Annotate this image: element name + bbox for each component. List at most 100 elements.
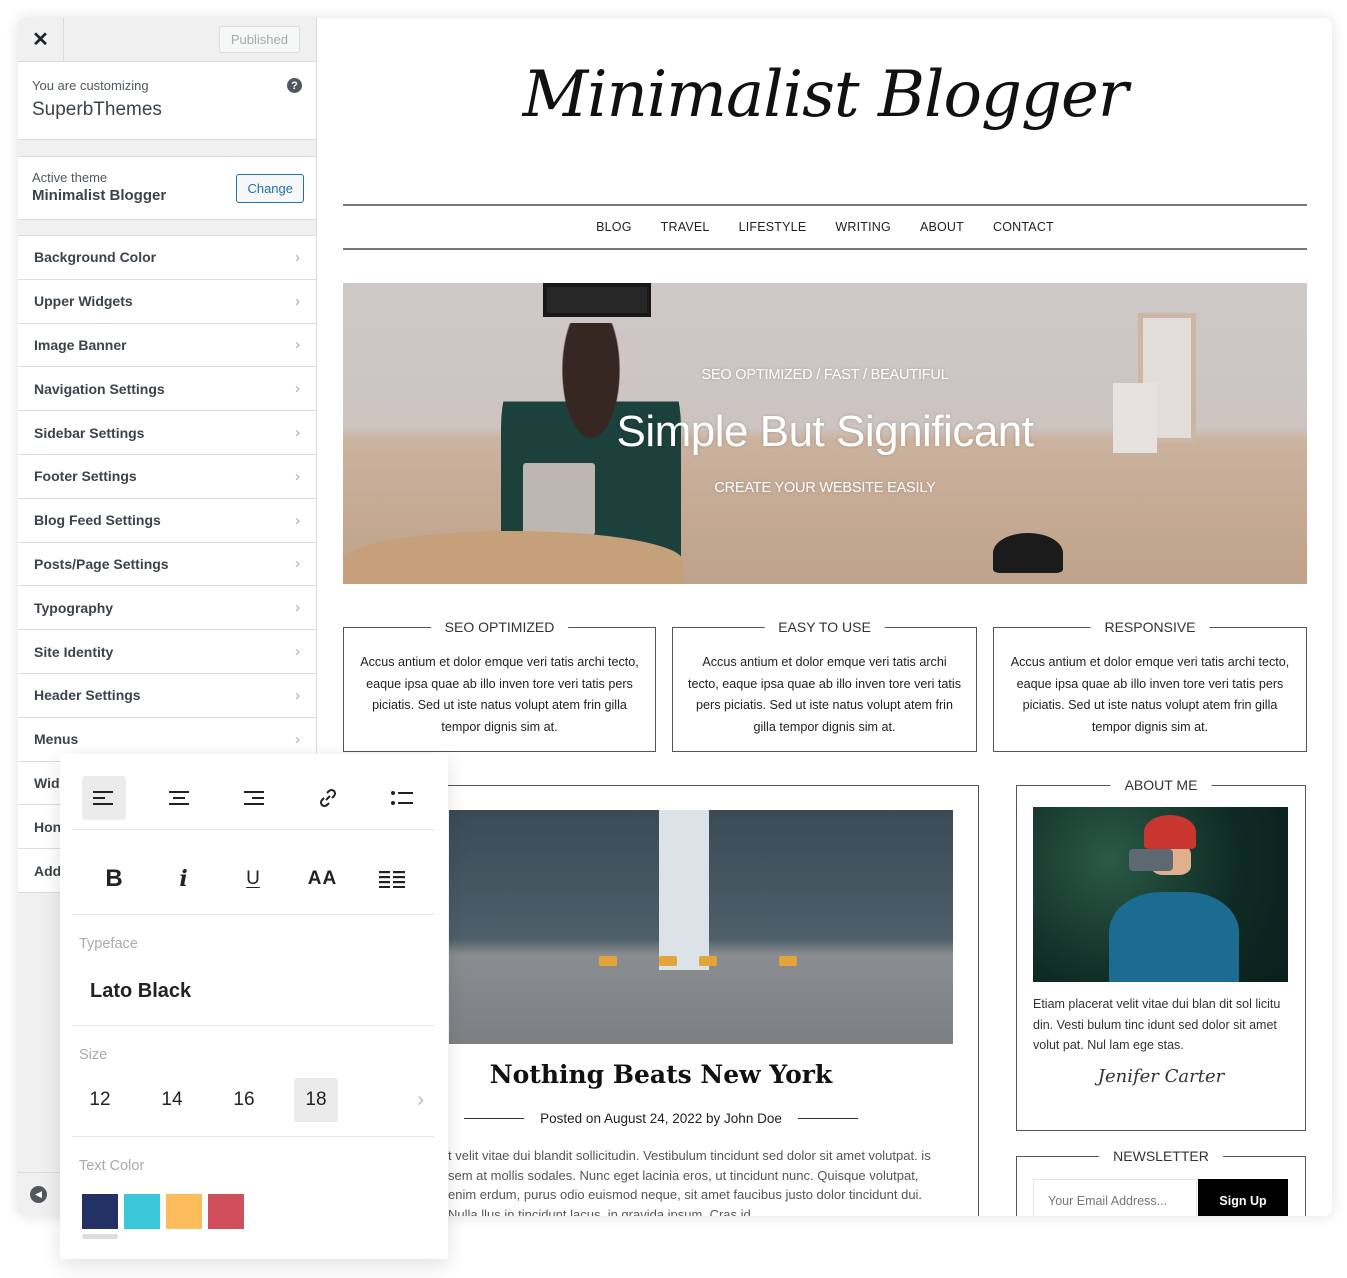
nav-item-blog[interactable]: BLOG <box>596 220 632 234</box>
sidebar-item-footer-settings[interactable]: Footer Settings › <box>18 454 316 499</box>
about-me-widget: ABOUT ME Etiam placerat velit vitae dui … <box>1016 777 1306 1131</box>
chevron-right-icon: › <box>295 336 300 354</box>
photo-hat <box>1144 815 1196 849</box>
sidebar-item-upper-widgets[interactable]: Upper Widgets › <box>18 279 316 324</box>
sidebar-item-label: Add <box>34 862 62 879</box>
site-name: SuperbThemes <box>32 99 162 120</box>
link-icon[interactable] <box>306 776 350 820</box>
size-label: Size <box>79 1047 108 1063</box>
sidebar-item-header-settings[interactable]: Header Settings › <box>18 673 316 718</box>
chevron-right-icon: › <box>295 292 300 310</box>
typeface-select[interactable]: Lato Black <box>90 980 191 1003</box>
site-preview: Minimalist Blogger BLOG TRAVEL LIFESTYLE WR… <box>318 18 1332 1216</box>
feature-text: Accus antium et dolor emque veri tatis a… <box>1010 655 1290 734</box>
customizing-info: You are customizing SuperbThemes ? <box>18 62 316 140</box>
sidebar-item-sidebar-settings[interactable]: Sidebar Settings › <box>18 411 316 455</box>
sidebar-item-label: Navigation Settings <box>34 380 165 397</box>
image-sky <box>659 810 709 970</box>
post-meta-text: Posted on August 24, 2022 by John Doe <box>540 1111 782 1126</box>
sidebar-item-label: Sidebar Settings <box>34 424 145 441</box>
bold-icon[interactable]: B <box>92 865 136 893</box>
panel-divider <box>72 1025 434 1026</box>
color-swatches <box>82 1194 244 1229</box>
sidebar-item-posts-page-settings[interactable]: Posts/Page Settings › <box>18 542 316 587</box>
list-icon[interactable] <box>380 776 424 820</box>
image-taxi <box>779 956 797 966</box>
italic-icon[interactable]: i <box>162 866 206 892</box>
feature-title: RESPONSIVE <box>1090 618 1210 636</box>
chevron-right-icon: › <box>295 424 300 442</box>
site-logo[interactable]: Minimalist Blogger <box>318 58 1332 132</box>
meta-divider <box>464 1117 525 1120</box>
color-swatch[interactable] <box>166 1194 202 1229</box>
sidebar-item-blog-feed-settings[interactable]: Blog Feed Settings › <box>18 498 316 543</box>
feature-box: SEO OPTIMIZED Accus antium et dolor emqu… <box>343 618 656 752</box>
sidebar-item-label: Header Settings <box>34 687 141 704</box>
sidebar-item-label: Blog Feed Settings <box>34 512 161 529</box>
chevron-right-icon: › <box>295 686 300 704</box>
nav-item-lifestyle[interactable]: LIFESTYLE <box>739 220 807 234</box>
chevron-right-icon: › <box>295 599 300 617</box>
sidebar-item-label: Hon <box>34 818 62 835</box>
size-option-12[interactable]: 12 <box>78 1078 122 1122</box>
feature-box: EASY TO USE Accus antium et dolor emque … <box>672 618 977 752</box>
panel-divider <box>72 829 434 830</box>
post-featured-image[interactable] <box>449 810 953 1044</box>
alignment-toolbar <box>72 766 434 830</box>
size-option-14[interactable]: 14 <box>150 1078 194 1122</box>
color-swatch[interactable] <box>82 1194 118 1229</box>
panel-divider <box>72 914 434 915</box>
close-icon[interactable]: ✕ <box>18 18 64 62</box>
nav-item-travel[interactable]: TRAVEL <box>661 220 710 234</box>
image-taxi <box>659 956 677 966</box>
published-button[interactable]: Published <box>218 26 300 53</box>
sidebar-item-label: Typography <box>34 599 114 616</box>
sidebar-item-navigation-settings[interactable]: Navigation Settings › <box>18 367 316 412</box>
feature-text: Accus antium et dolor emque veri tatis a… <box>360 655 639 734</box>
chevron-right-icon: › <box>295 643 300 661</box>
signature: Jenifer Carter <box>1097 1066 1225 1087</box>
format-toolbar: B i U AA <box>72 844 434 914</box>
typography-panel: B i U AA Typeface Lato Black Size 12 14 16… <box>60 754 448 1259</box>
sidebar-item-label: Menus <box>34 731 79 748</box>
collapse-sidebar-icon[interactable]: ◀ <box>30 1186 47 1203</box>
chevron-right-icon[interactable]: › <box>417 1089 424 1112</box>
align-center-icon[interactable] <box>157 776 201 820</box>
sign-up-button[interactable]: Sign Up <box>1198 1179 1288 1216</box>
panel-divider <box>72 1136 434 1137</box>
chevron-right-icon: › <box>295 380 300 398</box>
email-input[interactable] <box>1033 1179 1197 1216</box>
chevron-right-icon: › <box>295 730 300 748</box>
banner-cta[interactable]: CREATE YOUR WEBSITE EASILY <box>343 480 1307 496</box>
meta-divider <box>797 1117 858 1120</box>
nav-item-contact[interactable]: CONTACT <box>993 220 1054 234</box>
chevron-right-icon: › <box>295 248 300 266</box>
align-left-icon[interactable] <box>82 776 126 820</box>
sidebar-item-label: Image Banner <box>34 336 127 353</box>
text-case-icon[interactable]: AA <box>301 868 345 890</box>
size-option-18[interactable]: 18 <box>294 1078 338 1122</box>
nav-item-about[interactable]: ABOUT <box>920 220 964 234</box>
change-theme-button[interactable]: Change <box>236 174 304 203</box>
sidebar-item-typography[interactable]: Typography › <box>18 586 316 631</box>
color-swatch[interactable] <box>124 1194 160 1229</box>
sidebar-item-image-banner[interactable]: Image Banner › <box>18 323 316 368</box>
sidebar-header: ✕ Published <box>18 18 316 62</box>
chevron-right-icon: › <box>295 511 300 529</box>
sidebar-item-site-identity[interactable]: Site Identity › <box>18 630 316 674</box>
justify-columns-icon[interactable] <box>370 870 414 888</box>
sidebar-item-label: Wid <box>34 774 60 791</box>
help-icon[interactable]: ? <box>287 78 302 93</box>
nav-item-writing[interactable]: WRITING <box>835 220 891 234</box>
feature-text: Accus antium et dolor emque veri tatis a… <box>687 655 962 734</box>
feature-title: SEO OPTIMIZED <box>430 618 569 636</box>
chevron-right-icon: › <box>295 467 300 485</box>
color-swatch[interactable] <box>208 1194 244 1229</box>
about-photo <box>1033 807 1288 982</box>
underline-icon[interactable]: U <box>231 868 275 890</box>
text-color-label: Text Color <box>79 1158 145 1174</box>
align-right-icon[interactable] <box>231 776 275 820</box>
image-taxi <box>699 956 717 966</box>
size-option-16[interactable]: 16 <box>222 1078 266 1122</box>
sidebar-item-background-color[interactable]: Background Color › <box>18 236 316 280</box>
